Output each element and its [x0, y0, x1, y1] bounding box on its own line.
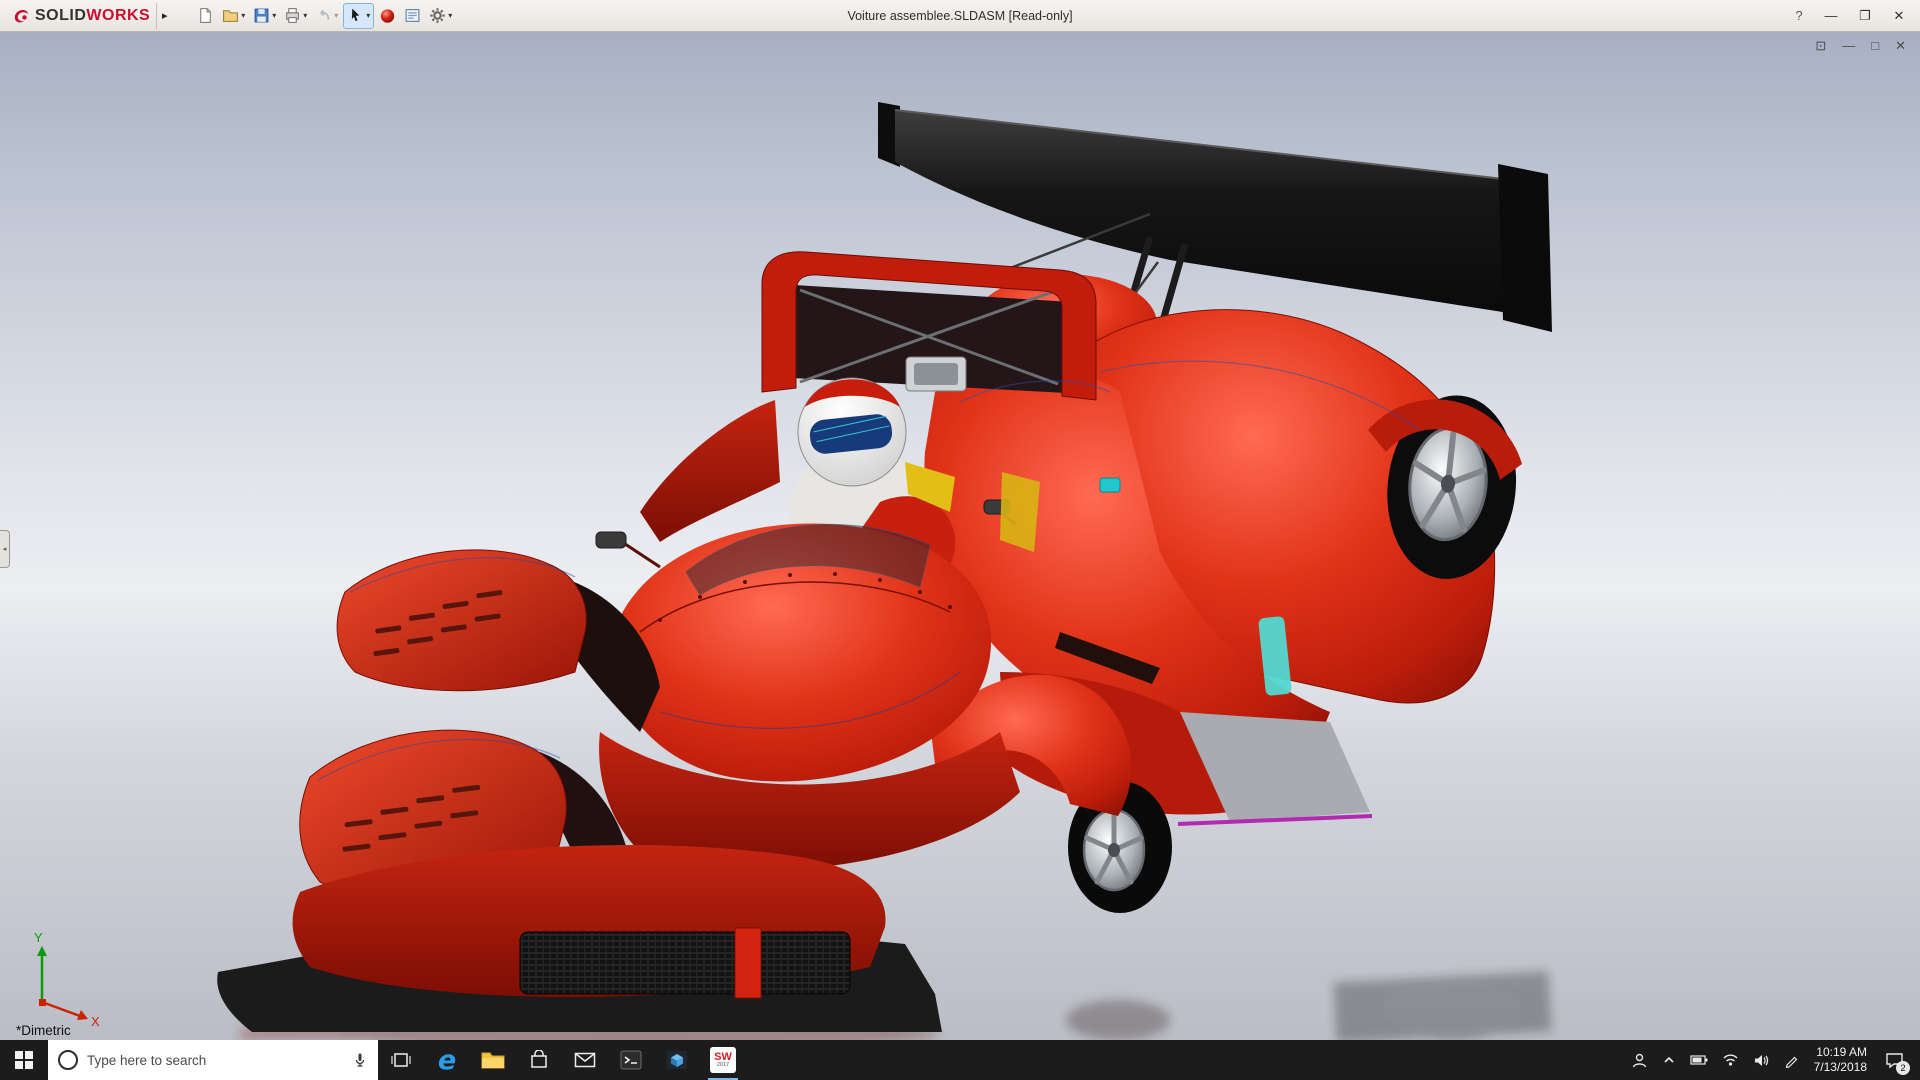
store-icon	[529, 1050, 549, 1070]
open-folder-icon	[222, 7, 239, 24]
new-document-icon	[197, 7, 214, 24]
cad-viewer-icon	[666, 1050, 688, 1070]
featuremanager-collapsed-handle[interactable]: ◂	[0, 530, 10, 568]
windows-taskbar: e	[0, 1040, 1920, 1080]
cortana-icon	[58, 1050, 78, 1070]
file-explorer-icon	[481, 1050, 505, 1070]
appearance-sphere-icon	[379, 7, 396, 24]
select-arrow-icon	[347, 7, 364, 24]
clock-time: 10:19 AM	[1814, 1045, 1867, 1060]
cyan-detail	[1100, 478, 1120, 492]
solidworks-app-icon: SW 2017	[710, 1047, 736, 1073]
solidworks-taskbar-button[interactable]: SW 2017	[700, 1040, 746, 1080]
document-restore-icon[interactable]: ⊡	[1815, 38, 1826, 54]
pinned-apps: e	[378, 1040, 746, 1080]
front-grille	[520, 932, 850, 994]
search-input[interactable]	[87, 1053, 343, 1068]
yellow-cockpit-panel	[1000, 472, 1040, 552]
document-maximize-icon[interactable]: □	[1871, 38, 1879, 54]
gear-icon	[429, 7, 446, 24]
volume-icon	[1753, 1053, 1770, 1068]
action-center-button[interactable]: 2	[1875, 1040, 1914, 1080]
volume-button[interactable]	[1746, 1040, 1777, 1080]
save-icon	[253, 7, 270, 24]
store-button[interactable]	[516, 1040, 562, 1080]
print-dropdown[interactable]: ▾	[303, 11, 307, 20]
select-tool-button[interactable]: ▾	[343, 3, 374, 29]
battery-icon	[1690, 1054, 1708, 1066]
print-icon	[284, 7, 301, 24]
terminal-button[interactable]	[608, 1040, 654, 1080]
task-view-icon	[391, 1050, 411, 1070]
edge-button[interactable]: e	[424, 1040, 470, 1080]
maximize-button[interactable]: ❐	[1850, 4, 1880, 28]
hidden-icons-button[interactable]	[1655, 1040, 1683, 1080]
ds-logo-icon	[12, 7, 30, 25]
people-icon	[1631, 1052, 1648, 1069]
cad-viewer-button[interactable]	[654, 1040, 700, 1080]
mail-icon	[574, 1051, 596, 1069]
task-pane-icon	[404, 7, 421, 24]
start-button[interactable]	[0, 1040, 48, 1080]
network-button[interactable]	[1715, 1040, 1746, 1080]
taskbar-clock[interactable]: 10:19 AM 7/13/2018	[1806, 1045, 1875, 1075]
svg-text:Y: Y	[34, 930, 43, 945]
windows-logo-icon	[15, 1051, 33, 1069]
network-icon	[1722, 1053, 1739, 1067]
edge-icon: e	[438, 1047, 456, 1074]
people-button[interactable]	[1624, 1040, 1655, 1080]
chevron-up-icon	[1662, 1053, 1676, 1067]
save-dropdown[interactable]: ▾	[272, 11, 276, 20]
race-car-model: Y X	[0, 32, 1920, 1040]
help-button[interactable]: ?	[1786, 8, 1812, 23]
save-button[interactable]: ▾	[250, 3, 279, 29]
file-explorer-button[interactable]	[470, 1040, 516, 1080]
notification-badge: 2	[1896, 1061, 1910, 1075]
undo-button[interactable]: ▾	[312, 3, 341, 29]
title-bar: SOLIDWORKS ▸ ▾	[0, 0, 1920, 32]
options-dropdown[interactable]: ▾	[448, 11, 452, 20]
options-button[interactable]: ▾	[426, 3, 455, 29]
menu-flyout-button[interactable]: ▸	[156, 3, 172, 29]
window-controls: ? — ❐ ✕	[1786, 4, 1914, 28]
task-pane-button[interactable]	[401, 3, 424, 29]
task-view-button[interactable]	[378, 1040, 424, 1080]
select-dropdown[interactable]: ▾	[366, 11, 370, 20]
undo-dropdown[interactable]: ▾	[334, 11, 338, 20]
document-window-controls: ⊡ — □ ✕	[1815, 38, 1906, 54]
appearance-button[interactable]	[376, 3, 399, 29]
graphics-viewport[interactable]: ⊡ — □ ✕ ◂	[0, 32, 1920, 1040]
minimize-button[interactable]: —	[1816, 4, 1846, 28]
pen-button[interactable]	[1777, 1040, 1806, 1080]
view-orientation-label: *Dimetric	[16, 1023, 71, 1038]
microphone-icon[interactable]	[352, 1052, 368, 1068]
terminal-icon	[620, 1050, 642, 1070]
left-cowl	[640, 400, 780, 542]
solidworks-window: SOLIDWORKS ▸ ▾	[0, 0, 1920, 1080]
clock-date: 7/13/2018	[1814, 1060, 1867, 1075]
document-close-icon[interactable]: ✕	[1895, 38, 1906, 54]
open-dropdown[interactable]: ▾	[241, 11, 245, 20]
close-button[interactable]: ✕	[1884, 4, 1914, 28]
brand-text: SOLIDWORKS	[35, 7, 150, 25]
left-mirror	[596, 532, 660, 567]
grille-pylon	[735, 928, 761, 998]
document-minimize-icon[interactable]: —	[1842, 38, 1855, 54]
rollbar-camera-box	[906, 357, 966, 391]
new-document-button[interactable]	[194, 3, 217, 29]
system-tray: 10:19 AM 7/13/2018 2	[1624, 1040, 1920, 1080]
taskbar-search[interactable]	[48, 1040, 378, 1080]
open-button[interactable]: ▾	[219, 3, 248, 29]
mail-button[interactable]	[562, 1040, 608, 1080]
quick-access-toolbar: ▾ ▾ ▾	[194, 3, 455, 29]
solidworks-logo[interactable]: SOLIDWORKS	[6, 7, 156, 25]
print-button[interactable]: ▾	[281, 3, 310, 29]
pen-icon	[1784, 1053, 1799, 1068]
svg-text:X: X	[91, 1014, 100, 1029]
undo-icon	[315, 7, 332, 24]
battery-button[interactable]	[1683, 1040, 1715, 1080]
orientation-triad: Y X	[34, 930, 100, 1029]
